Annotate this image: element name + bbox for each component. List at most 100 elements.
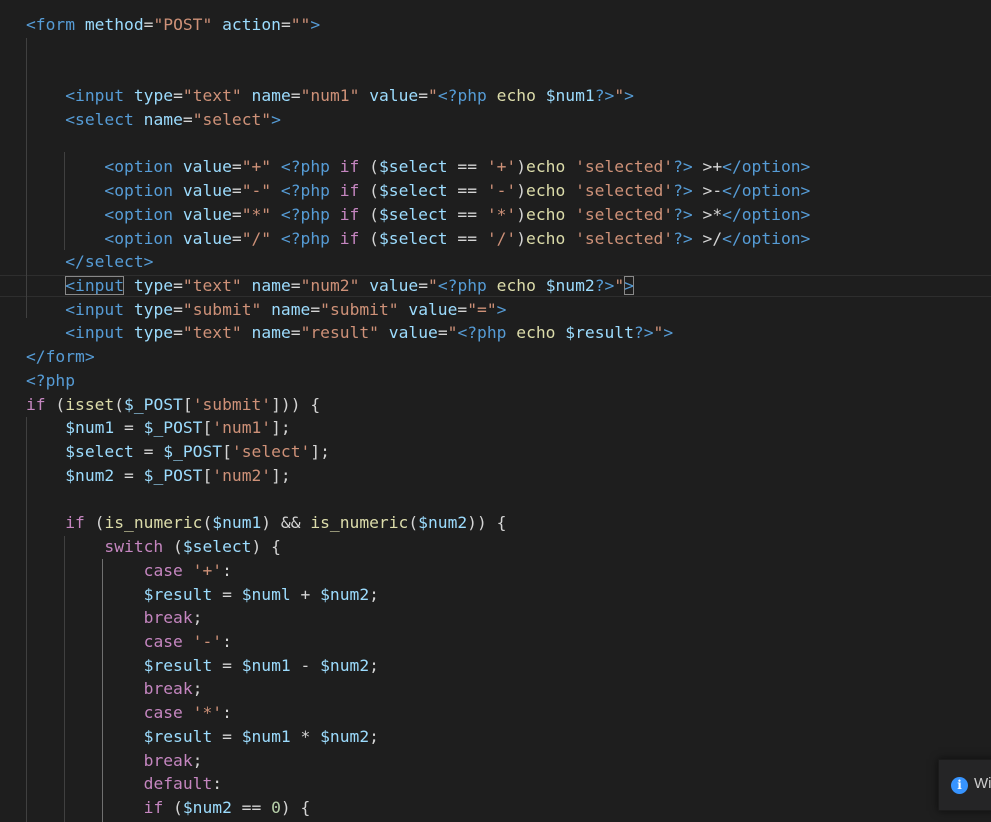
code-token: if	[339, 228, 360, 248]
code-token: is_numeric	[310, 513, 409, 533]
code-token: if	[339, 157, 360, 177]
code-token: "POST"	[153, 15, 213, 34]
code-token: <?php	[457, 323, 507, 343]
code-line: $result = $numl + $num2;	[26, 583, 379, 607]
code-token: ;	[369, 726, 379, 746]
code-token: >	[624, 86, 634, 106]
code-token: value	[182, 228, 232, 248]
code-token: [	[202, 465, 213, 485]
code-token: ==	[447, 157, 487, 177]
code-token: '-'	[192, 631, 223, 651]
code-token: =	[114, 418, 144, 438]
code-line: case '+':	[26, 559, 232, 583]
code-token: $num1	[241, 726, 291, 746]
code-token: $_POST	[124, 394, 183, 414]
code-token: </option>	[722, 228, 811, 248]
code-token: "num2"	[300, 276, 360, 296]
code-line: </select>	[26, 250, 153, 274]
code-line: $select = $_POST['select'];	[26, 440, 330, 464]
code-token: if	[65, 513, 85, 533]
code-token: "	[428, 86, 438, 106]
code-token: ?>	[673, 228, 693, 248]
code-token: </form>	[26, 347, 95, 367]
code-token: $num2	[182, 798, 232, 818]
code-token: =	[231, 204, 242, 224]
code-token: 'num1'	[212, 418, 272, 438]
code-token: <option	[104, 157, 174, 177]
code-line: $result = $num1 - $num2;	[26, 654, 379, 678]
code-token: ""	[290, 15, 311, 34]
code-editor[interactable]: <form method="POST" action=""> <input ty…	[0, 0, 991, 822]
code-token: $_POST	[163, 442, 223, 462]
code-token: ?>	[633, 323, 654, 343]
code-token: =	[290, 276, 301, 296]
code-token: "num1"	[300, 86, 360, 106]
code-line: <input type="text" name="num1" value="<?…	[26, 84, 634, 108]
notification-toast[interactable]: i Wi	[938, 759, 991, 811]
code-token: (	[45, 394, 66, 414]
code-token: >+	[692, 157, 723, 177]
code-line: </form>	[26, 345, 95, 369]
code-token: ?>	[594, 276, 615, 296]
code-token: value	[369, 86, 419, 106]
code-token: '*'	[192, 703, 223, 723]
code-line: switch ($select) {	[26, 535, 281, 559]
code-token: )	[516, 181, 527, 201]
code-token: )) {	[467, 513, 507, 533]
code-token: "	[447, 323, 458, 343]
code-token: "submit"	[182, 299, 262, 319]
code-token: >*	[692, 204, 723, 224]
code-token: <input	[65, 323, 125, 343]
code-line: <select name="select">	[26, 108, 281, 132]
code-token: =	[212, 655, 242, 675]
code-token: )	[516, 228, 527, 248]
code-token: </option>	[722, 157, 811, 177]
code-token: echo	[526, 204, 566, 224]
code-token: break	[143, 679, 193, 699]
code-token: $select	[378, 204, 448, 224]
code-token: >	[310, 15, 321, 34]
code-token: name	[251, 86, 291, 106]
code-token: ) {	[251, 537, 281, 557]
code-token: ?>	[673, 181, 693, 201]
code-line: $num1 = $_POST['num1'];	[26, 416, 291, 440]
code-token: =	[212, 584, 242, 604]
code-token: if	[339, 204, 360, 224]
code-line: $result = $num1 * $num2;	[26, 725, 379, 749]
code-line: if (isset($_POST['submit'])) {	[26, 393, 320, 417]
code-token: "	[428, 276, 438, 296]
code-line: break;	[26, 677, 203, 701]
code-token: $select	[182, 537, 252, 557]
code-token: "-"	[241, 181, 272, 201]
code-token: echo	[496, 276, 536, 296]
code-token: $num1	[545, 86, 595, 106]
code-token: 'selected'	[575, 181, 674, 201]
code-token: '*'	[486, 204, 517, 224]
code-token: [	[222, 442, 232, 462]
code-token: echo	[516, 323, 556, 343]
code-token: <?php	[280, 204, 330, 224]
code-token: action	[222, 15, 281, 34]
code-token: ;	[369, 584, 379, 604]
code-token: 'selected'	[575, 228, 674, 248]
code-token: =	[133, 442, 164, 462]
